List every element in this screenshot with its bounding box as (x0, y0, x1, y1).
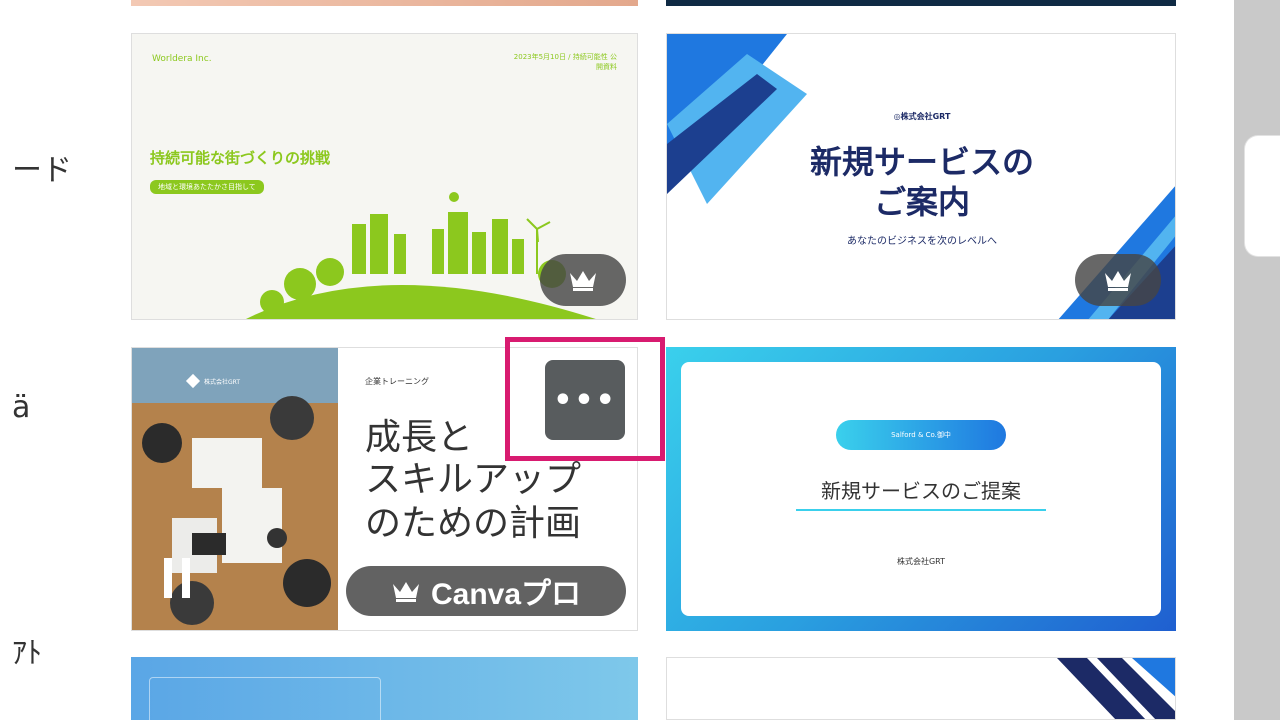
more-options-button[interactable]: ••• (545, 360, 625, 440)
crown-icon (1105, 271, 1131, 291)
decor-rect (149, 677, 381, 720)
template-company: 株式会社GRT (896, 557, 946, 566)
pro-badge: Canvaプロ (346, 566, 626, 616)
title-underline (796, 509, 1046, 511)
template-title: ご案内 (873, 183, 970, 221)
pro-badge (1075, 254, 1161, 306)
proposal-card: Salford & Co.御中 新規サービスのご提案 株式会社GRT (681, 362, 1161, 616)
template-tile-new-service-guide[interactable]: ◎株式会社GRT 新規サービスの ご案内 あなたのビジネスを次のレベルへ (666, 33, 1176, 320)
sidebar-item-label[interactable]: ード (12, 145, 82, 189)
template-title: のための計画 (365, 503, 582, 544)
template-tile-bottom-right[interactable] (666, 657, 1176, 720)
template-tile-proposal[interactable]: Salford & Co.御中 新規サービスのご提案 株式会社GRT (666, 347, 1176, 631)
template-org-name: 株式会社GRT (204, 378, 241, 386)
crown-icon (570, 271, 596, 291)
logo-icon (185, 373, 201, 389)
sidebar-item-label[interactable]: ä (12, 390, 42, 425)
template-tile-top-left[interactable] (131, 0, 638, 6)
template-org: 株式会社GRT (185, 373, 241, 389)
template-tile-sustainable-city[interactable]: Worldera Inc. 2023年5月10日 / 持続可能性 公開資料 持続… (131, 33, 638, 320)
pro-badge (540, 254, 626, 306)
template-photo: 株式会社GRT (132, 348, 338, 630)
template-category: 企業トレーニング (365, 377, 429, 386)
template-tile-bottom-left[interactable] (131, 657, 638, 720)
template-subtitle: あなたのビジネスを次のレベルへ (847, 236, 997, 247)
template-title: 新規サービスのご提案 (821, 479, 1021, 503)
sidebar-item-label[interactable]: ｱﾄ (12, 628, 72, 672)
office-photo (132, 348, 338, 630)
stripe-decor (1057, 658, 1175, 719)
pro-badge-label: Canvaプロ (430, 578, 582, 611)
crown-icon (392, 582, 419, 602)
proposal-pill: Salford & Co.御中 (836, 420, 1006, 450)
panel-collapse-handle[interactable] (1244, 135, 1280, 257)
template-title: スキルアップ (365, 459, 582, 500)
template-title: 成長と (365, 417, 474, 458)
template-tile-top-right[interactable] (666, 0, 1176, 6)
scrollbar-track[interactable] (1234, 0, 1280, 720)
template-org: ◎株式会社GRT (893, 112, 951, 121)
